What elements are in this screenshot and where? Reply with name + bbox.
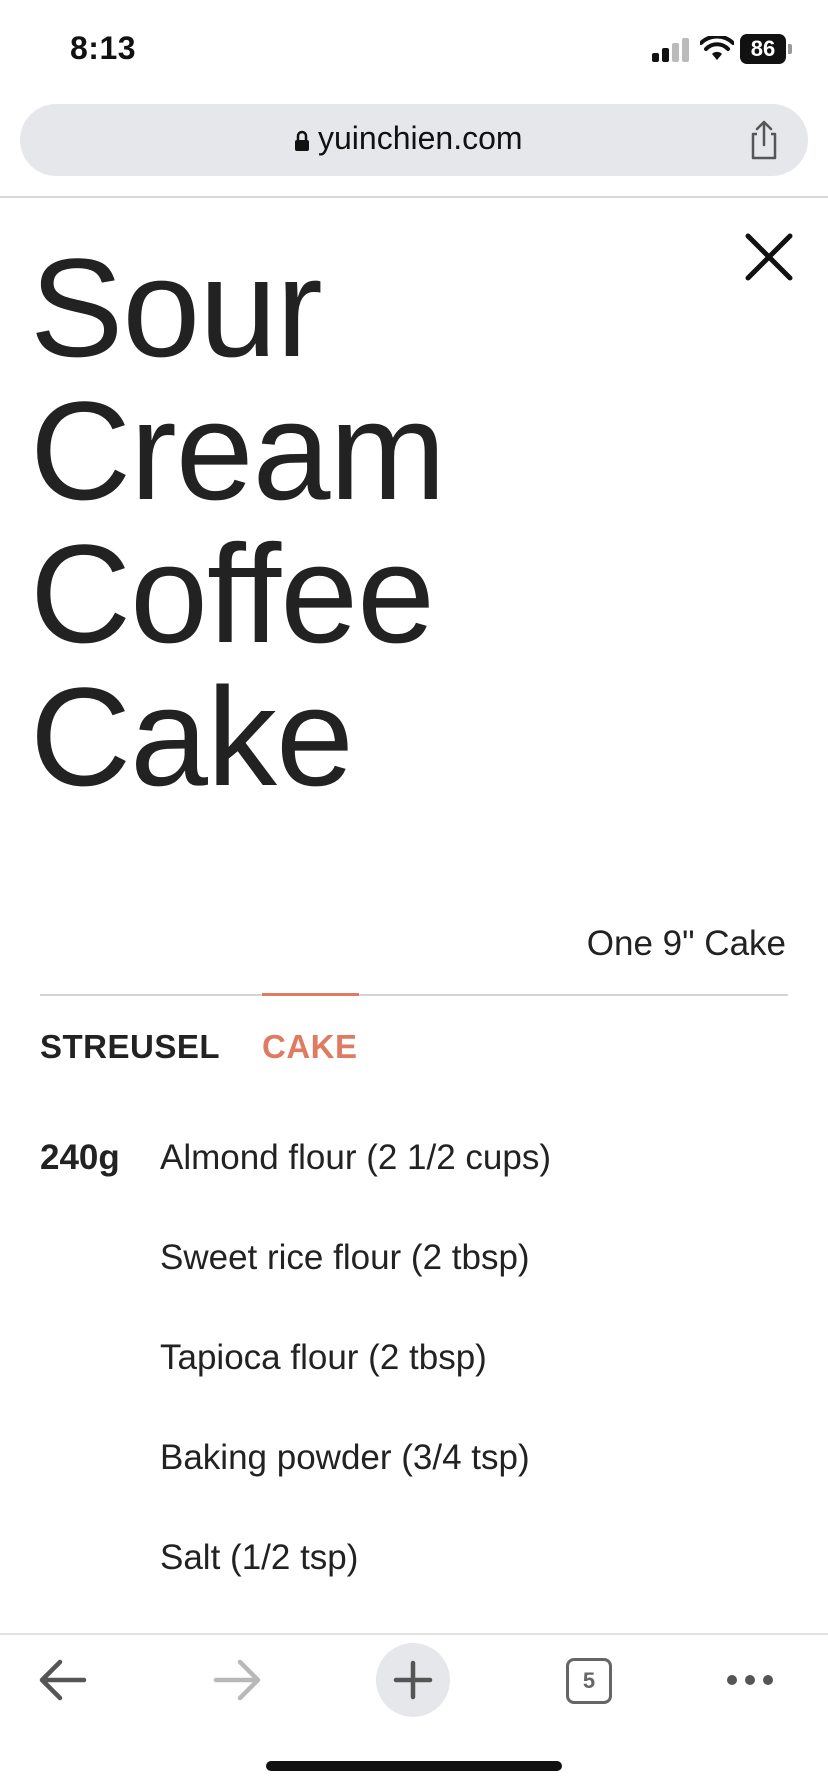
lock-icon [295,130,309,151]
home-indicator [266,1761,562,1771]
active-tab-indicator [262,993,359,996]
ingredient-row: Baking powder (3/4 tsp) [0,1438,828,1488]
title-line: Sour [30,229,323,386]
new-tab-button[interactable] [376,1643,450,1717]
forward-arrow-icon[interactable] [198,1635,278,1725]
url-text: yuinchien.com [318,120,523,156]
status-time: 8:13 [70,30,137,66]
tabs-icon: 5 [566,1658,612,1704]
tabs-divider [40,994,788,996]
ingredient-name: Tapioca flour (2 tbsp) [160,1338,487,1377]
battery-level: 86 [740,34,786,64]
ingredient-name: Baking powder (3/4 tsp) [160,1438,530,1477]
battery-icon: 86 [740,34,792,64]
cellular-signal-icon [652,38,690,62]
ingredient-row: 240g Almond flour (2 1/2 cups) [0,1138,828,1188]
status-bar: 8:13 86 [0,0,828,100]
wifi-icon [700,36,734,60]
plus-icon [393,1660,433,1700]
share-icon[interactable] [742,118,786,162]
ingredient-row: Sweet rice flour (2 tbsp) [0,1238,828,1288]
tab-streusel[interactable]: STREUSEL [40,1028,220,1066]
more-icon[interactable] [710,1635,790,1725]
ingredient-row: Tapioca flour (2 tbsp) [0,1338,828,1388]
url-bar[interactable]: yuinchien.com [20,104,808,176]
ingredient-name: Salt (1/2 tsp) [160,1538,359,1577]
tabs-button[interactable]: 5 [548,1635,628,1725]
top-divider [0,196,828,198]
recipe-yield: One 9" Cake [586,924,786,963]
close-icon[interactable] [738,226,800,288]
back-arrow-icon[interactable] [22,1635,102,1725]
recipe-title: Sour Cream Coffee Cake [30,236,670,808]
title-line: Cake [30,658,354,815]
title-line: Coffee [30,515,435,672]
ingredient-name: Almond flour (2 1/2 cups) [160,1138,552,1177]
ingredient-row: Salt (1/2 tsp) [0,1538,828,1588]
ingredient-name: Sweet rice flour (2 tbsp) [160,1238,530,1277]
ingredient-quantity: 240g [40,1138,120,1177]
tab-cake[interactable]: CAKE [262,1028,358,1066]
title-line: Cream [30,372,446,529]
